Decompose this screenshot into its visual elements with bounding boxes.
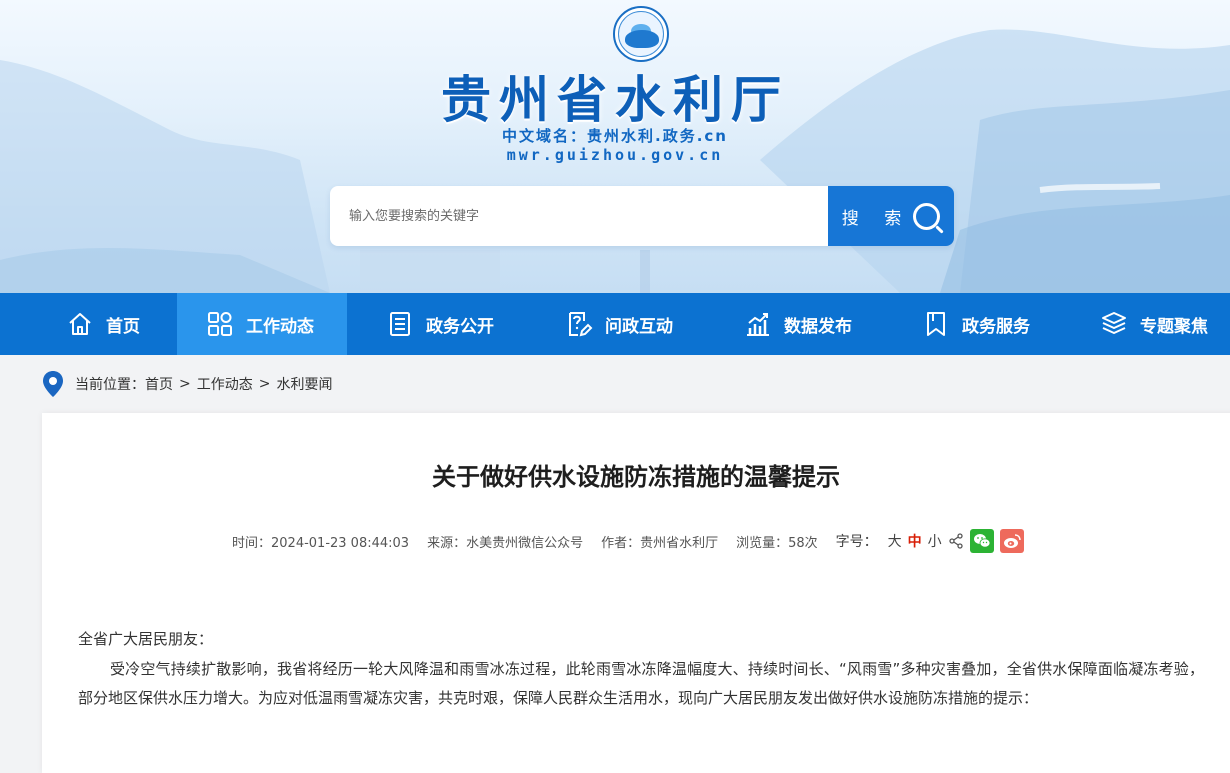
question-edit-icon <box>565 310 593 338</box>
breadcrumb-work-news[interactable]: 工作动态 <box>197 374 253 394</box>
grid-icon <box>206 310 234 338</box>
nav-item-special-topics[interactable]: 专题聚焦 <box>1100 293 1208 355</box>
nav-label: 工作动态 <box>246 316 314 337</box>
department-logo[interactable] <box>613 6 669 62</box>
breadcrumb-water-news[interactable]: 水利要闻 <box>276 374 332 394</box>
publish-time: 时间：2024-01-23 08:44:03 <box>232 535 410 551</box>
home-icon <box>66 310 94 338</box>
article-author: 作者：贵州省水利厅 <box>601 535 719 551</box>
search-icon <box>913 202 941 230</box>
site-header: 贵州省水利厅 中文域名：贵州水利.政务.cn mwr.guizhou.gov.c… <box>0 0 1230 293</box>
layers-icon <box>1100 310 1128 338</box>
water-emblem-icon <box>618 11 664 57</box>
breadcrumb: 当前位置： 首页 > 工作动态 > 水利要闻 <box>42 370 332 398</box>
chart-icon <box>744 310 772 338</box>
search-box: 搜 索 <box>330 186 954 246</box>
nav-item-government-services[interactable]: 政务服务 <box>922 293 1030 355</box>
article-meta: 时间：2024-01-23 08:44:03 来源：水美贵州微信公众号 作者：贵… <box>232 529 1030 553</box>
nav-label: 政务公开 <box>426 316 494 337</box>
location-pin-icon <box>43 371 63 397</box>
breadcrumb-prefix: 当前位置： <box>75 377 145 393</box>
view-count: 浏览量：58次 <box>736 535 818 551</box>
nav-label: 问政互动 <box>605 316 673 337</box>
nav-item-work-news[interactable]: 工作动态 <box>177 293 347 355</box>
nav-label: 专题聚焦 <box>1140 316 1208 337</box>
nav-item-interaction[interactable]: 问政互动 <box>565 293 673 355</box>
nav-label: 数据发布 <box>784 316 852 337</box>
share-icon[interactable] <box>948 533 964 549</box>
font-size-label: 字号： <box>835 534 878 550</box>
site-url: mwr.guizhou.gov.cn <box>506 146 724 164</box>
nav-item-data-release[interactable]: 数据发布 <box>744 293 852 355</box>
search-button[interactable]: 搜 索 <box>828 186 954 246</box>
wechat-share-button[interactable] <box>969 529 994 553</box>
font-size-medium[interactable]: 中 <box>908 531 922 551</box>
font-size-large[interactable]: 大 <box>888 531 902 551</box>
breadcrumb-separator: > <box>258 376 271 392</box>
article-panel: 关于做好供水设施防冻措施的温馨提示 时间：2024-01-23 08:44:03… <box>42 413 1230 773</box>
site-title: 贵州省水利厅 <box>441 71 789 129</box>
article-body: 全省广大居民朋友： 受冷空气持续扩散影响，我省将经历一轮大风降温和雨雪冰冻过程，… <box>78 625 1204 714</box>
body-paragraph: 受冷空气持续扩散影响，我省将经历一轮大风降温和雨雪冰冻过程，此轮雨雪冰冻降温幅度… <box>78 660 1204 707</box>
font-size-small[interactable]: 小 <box>928 531 942 551</box>
nav-item-government-affairs[interactable]: 政务公开 <box>386 293 494 355</box>
nav-label: 首页 <box>106 316 140 337</box>
nav-item-home[interactable]: 首页 <box>66 293 140 355</box>
weibo-icon <box>1003 534 1021 548</box>
breadcrumb-home[interactable]: 首页 <box>145 374 173 394</box>
search-input[interactable] <box>330 186 828 246</box>
salutation-paragraph: 全省广大居民朋友： <box>78 630 214 648</box>
chinese-domain-name: 中文域名：贵州水利.政务.cn <box>502 127 728 145</box>
breadcrumb-separator: > <box>179 376 191 392</box>
weibo-share-button[interactable] <box>999 529 1024 553</box>
bookmark-icon <box>922 310 950 338</box>
article-title: 关于做好供水设施防冻措施的温馨提示 <box>432 463 840 491</box>
nav-label: 政务服务 <box>962 316 1030 337</box>
document-list-icon <box>386 310 414 338</box>
article-source: 来源：水美贵州微信公众号 <box>427 535 584 551</box>
main-navigation: 首页 工作动态 政务公开 问政互动 数据发布 政务服务 专题聚焦 <box>0 293 1230 355</box>
search-button-label: 搜 索 <box>841 208 912 229</box>
wechat-icon <box>973 534 991 548</box>
